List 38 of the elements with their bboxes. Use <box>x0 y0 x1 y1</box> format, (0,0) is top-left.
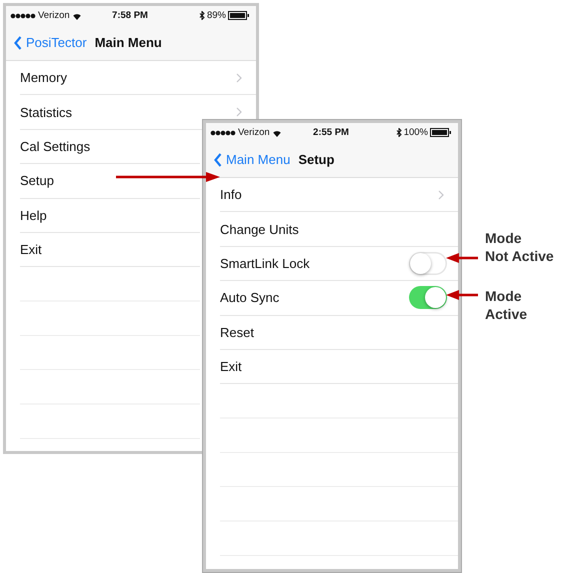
menu-item[interactable]: Auto Sync <box>220 281 458 316</box>
callout-label: Mode Not Active <box>485 229 554 265</box>
battery-icon <box>228 11 250 20</box>
status-time: 2:55 PM <box>313 127 349 138</box>
wifi-icon <box>272 128 282 136</box>
menu-item[interactable]: Setup <box>20 164 200 199</box>
carrier-name: Verizon <box>38 10 70 21</box>
bluetooth-icon <box>198 11 205 20</box>
back-button[interactable]: PosiTector <box>14 35 87 50</box>
bluetooth-icon <box>396 128 402 137</box>
menu-item[interactable]: SmartLink Lock <box>220 246 458 282</box>
menu-item[interactable]: Memory <box>20 61 256 96</box>
toggle-switch[interactable] <box>409 252 447 275</box>
menu-item[interactable]: Info <box>220 178 458 212</box>
chevron-left-icon <box>214 152 222 166</box>
arrow <box>446 290 478 300</box>
chevron-left-icon <box>14 36 22 50</box>
screen-title: Main Menu <box>94 35 162 50</box>
screen-title: Setup <box>298 152 334 167</box>
battery-percent: 100% <box>404 127 428 138</box>
wifi-icon <box>72 12 82 20</box>
menu-item[interactable]: Help <box>20 198 200 233</box>
chevron-right-icon <box>236 107 242 118</box>
chevron-right-icon <box>438 190 444 200</box>
status-time: 7:58 PM <box>112 10 148 21</box>
signal-icon <box>10 12 36 18</box>
signal-icon <box>210 130 236 136</box>
menu-item[interactable]: Reset <box>220 316 458 350</box>
back-button[interactable]: Main Menu <box>214 152 290 167</box>
menu-item[interactable]: Change Units <box>220 212 458 247</box>
toggle-switch[interactable] <box>409 286 447 310</box>
battery-percent: 89% <box>206 10 226 21</box>
callout-label: Mode Active <box>485 287 528 323</box>
menu-item[interactable]: Cal Settings <box>20 130 200 164</box>
arrow <box>446 253 478 263</box>
battery-icon <box>430 128 452 137</box>
chevron-right-icon <box>236 72 242 83</box>
carrier-name: Verizon <box>238 127 270 138</box>
